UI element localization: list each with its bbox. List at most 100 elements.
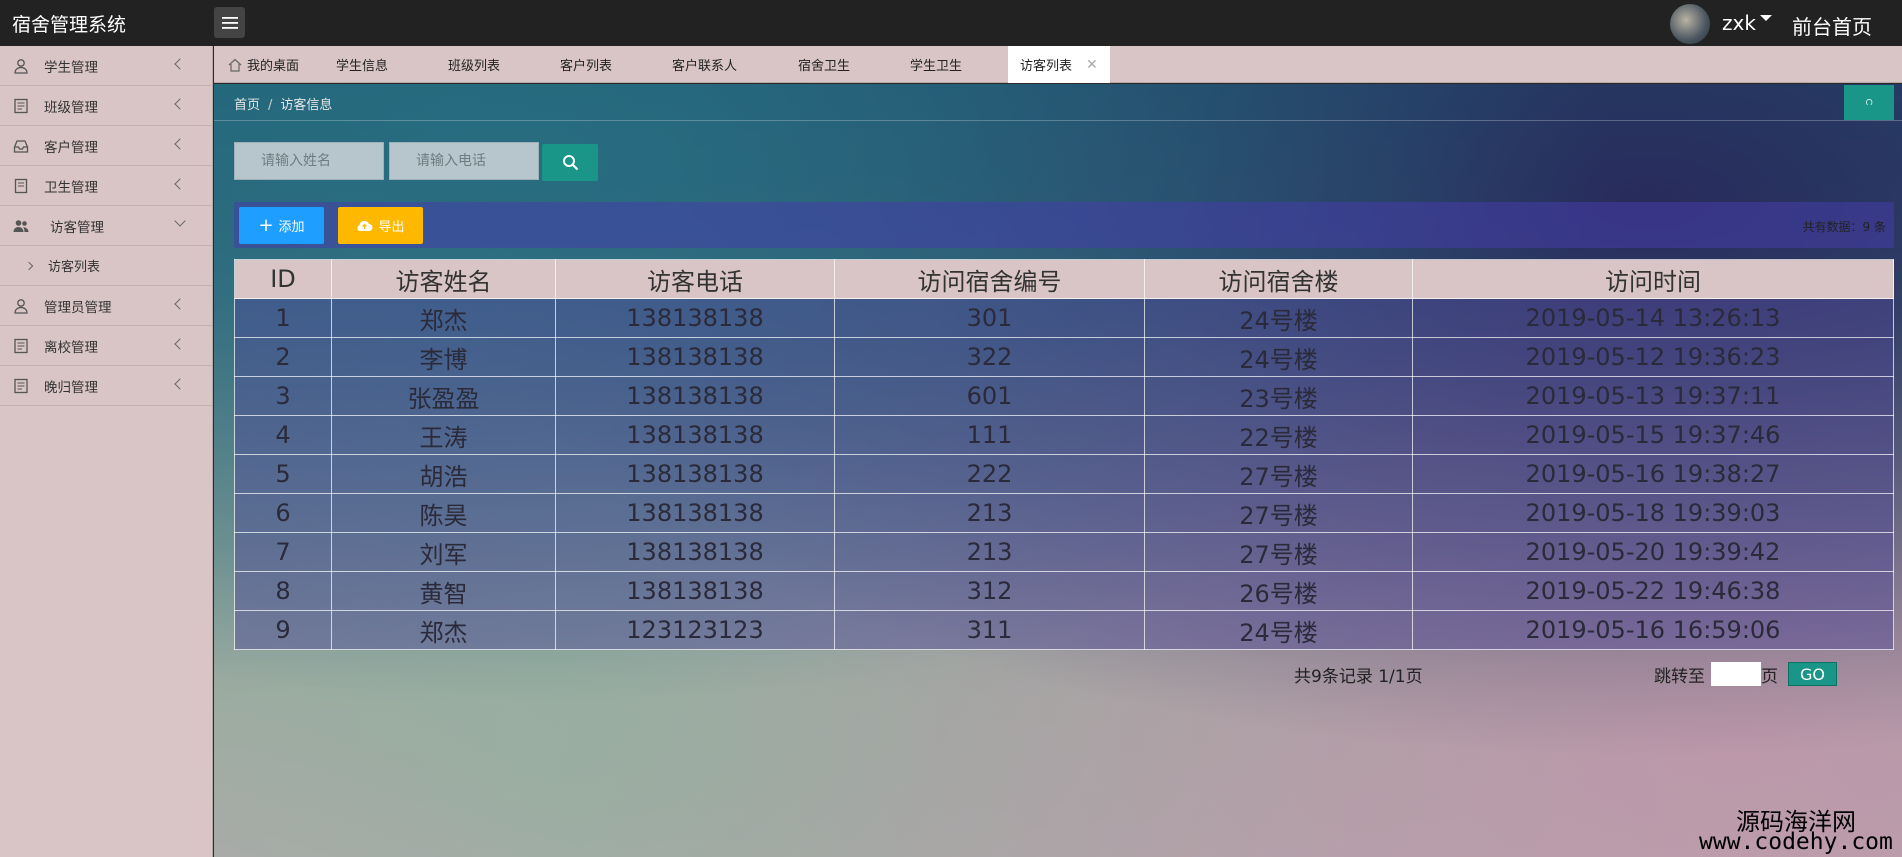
table-cell: 胡浩 [331, 454, 556, 494]
table-cell: 2019-05-14 13:26:13 [1412, 298, 1894, 338]
name-search-input[interactable] [234, 142, 384, 180]
notepad-icon [12, 177, 30, 195]
tab-label: 我的桌面 [247, 59, 300, 74]
tab-class-list[interactable]: 班级列表 [448, 46, 500, 83]
tab-customer-contacts[interactable]: 客户联系人 [672, 46, 737, 83]
table-cell: 24号楼 [1144, 337, 1413, 377]
breadcrumb: 首页 / 访客信息 [234, 94, 332, 113]
tab-student-hygiene[interactable]: 学生卫生 [910, 46, 962, 83]
table-row: 5 胡浩 138138138 222 27号楼 2019-05-16 19:38:27 [234, 454, 1894, 494]
table-row: 7 刘军 138138138 213 27号楼 2019-05-20 19:39:42 [234, 532, 1894, 572]
table-cell: 27号楼 [1144, 493, 1413, 533]
cloud-upload-icon [357, 220, 373, 231]
caret-down-icon [1759, 15, 1772, 21]
refresh-button[interactable]: ဂ [1844, 85, 1894, 120]
table-cell: 张盈盈 [331, 376, 556, 416]
table-cell: 2019-05-20 19:39:42 [1412, 532, 1894, 572]
tab-label: 学生信息 [336, 59, 389, 74]
tab-customer-list[interactable]: 客户列表 [560, 46, 612, 83]
chevron-left-icon [174, 338, 186, 350]
sidebar-item-visitors[interactable]: 访客管理 [0, 206, 212, 246]
table-cell: 3 [234, 376, 332, 416]
document-icon [12, 377, 30, 395]
column-header: 访客电话 [555, 259, 835, 299]
table-cell: 2019-05-12 19:36:23 [1412, 337, 1894, 377]
export-button[interactable]: 导出 [338, 207, 423, 244]
frontpage-link[interactable]: 前台首页 [1792, 11, 1872, 40]
table-cell: 7 [234, 532, 332, 572]
close-icon[interactable]: ✕ [1086, 57, 1098, 73]
column-header: ID [234, 259, 332, 299]
tab-bar: 我的桌面 学生信息 班级列表 客户列表 客户联系人 宿舍卫生 学生卫生 访客列表… [214, 46, 1902, 83]
table-cell: 213 [834, 493, 1145, 533]
table-cell: 李博 [331, 337, 556, 377]
menu-toggle-button[interactable] [214, 7, 245, 38]
avatar[interactable] [1670, 4, 1710, 44]
sidebar-subitem-visitor-list[interactable]: 访客列表 [0, 246, 212, 286]
sidebar-item-students[interactable]: 学生管理 [0, 46, 212, 86]
sidebar-item-label: 学生管理 [44, 59, 98, 76]
tab-visitor-list[interactable]: 访客列表 ✕ [1008, 46, 1110, 83]
sidebar-item-leave[interactable]: 离校管理 [0, 326, 212, 366]
table-cell: 4 [234, 415, 332, 455]
sidebar-item-late-return[interactable]: 晚归管理 [0, 366, 212, 406]
table-cell: 9 [234, 610, 332, 650]
table-cell: 26号楼 [1144, 571, 1413, 611]
sidebar-item-label: 访客管理 [50, 219, 104, 236]
plus-icon: + [258, 214, 274, 236]
table-cell: 111 [834, 415, 1145, 455]
table-cell: 138138138 [555, 298, 835, 338]
table-cell: 138138138 [555, 571, 835, 611]
chevron-right-icon [24, 261, 34, 270]
tab-student-info[interactable]: 学生信息 [336, 46, 388, 83]
user-icon [12, 297, 30, 315]
toolbar: + 添加 导出 共有数据：9 条 [234, 202, 1894, 248]
table-cell: 2019-05-16 19:38:27 [1412, 454, 1894, 494]
table-cell: 213 [834, 532, 1145, 572]
document-icon [12, 97, 30, 115]
go-button[interactable]: GO [1788, 662, 1837, 686]
table-cell: 2 [234, 337, 332, 377]
phone-search-input[interactable] [389, 142, 539, 180]
table-cell: 311 [834, 610, 1145, 650]
chevron-left-icon [174, 138, 186, 150]
table-cell: 23号楼 [1144, 376, 1413, 416]
sidebar-item-label: 离校管理 [44, 339, 98, 356]
table-row: 4 王涛 138138138 111 22号楼 2019-05-15 19:37:46 [234, 415, 1894, 455]
top-bar: 宿舍管理系统 zxk 前台首页 [0, 0, 1902, 46]
table-cell: 24号楼 [1144, 298, 1413, 338]
sidebar-item-label: 班级管理 [44, 99, 98, 116]
add-button[interactable]: + 添加 [239, 207, 324, 244]
breadcrumb-home[interactable]: 首页 [234, 98, 260, 113]
table-cell: 郑杰 [331, 298, 556, 338]
breadcrumb-bar: 首页 / 访客信息 ဂ [214, 84, 1902, 121]
table-cell: 1 [234, 298, 332, 338]
table-cell: 322 [834, 337, 1145, 377]
table-cell: 138138138 [555, 454, 835, 494]
users-icon [12, 217, 30, 235]
refresh-icon: ဂ [1865, 94, 1873, 109]
search-icon [562, 155, 578, 171]
sidebar-subitem-label: 访客列表 [48, 260, 101, 275]
user-menu[interactable]: zxk [1722, 11, 1772, 35]
tab-dorm-hygiene[interactable]: 宿舍卫生 [798, 46, 850, 83]
table-cell: 2019-05-16 16:59:06 [1412, 610, 1894, 650]
main-content: 首页 / 访客信息 ဂ + 添加 导出 共有数据：9 条 ID 访客姓名 访客电话 … [214, 84, 1902, 857]
tab-my-desktop[interactable]: 我的桌面 [228, 46, 299, 83]
table-cell: 27号楼 [1144, 454, 1413, 494]
document-icon [12, 337, 30, 355]
chevron-left-icon [174, 378, 186, 390]
sidebar-item-classes[interactable]: 班级管理 [0, 86, 212, 126]
sidebar-item-customers[interactable]: 客户管理 [0, 126, 212, 166]
tab-label: 学生卫生 [910, 59, 963, 74]
app-title: 宿舍管理系统 [12, 14, 127, 36]
table-cell: 黄智 [331, 571, 556, 611]
jump-page-input[interactable] [1711, 662, 1761, 686]
breadcrumb-current: 访客信息 [280, 98, 333, 113]
search-button[interactable] [542, 144, 598, 181]
table-row: 8 黄智 138138138 312 26号楼 2019-05-22 19:46:38 [234, 571, 1894, 611]
sidebar-item-hygiene[interactable]: 卫生管理 [0, 166, 212, 206]
home-icon [228, 58, 242, 72]
sidebar-item-admins[interactable]: 管理员管理 [0, 286, 212, 326]
user-icon [12, 57, 30, 75]
